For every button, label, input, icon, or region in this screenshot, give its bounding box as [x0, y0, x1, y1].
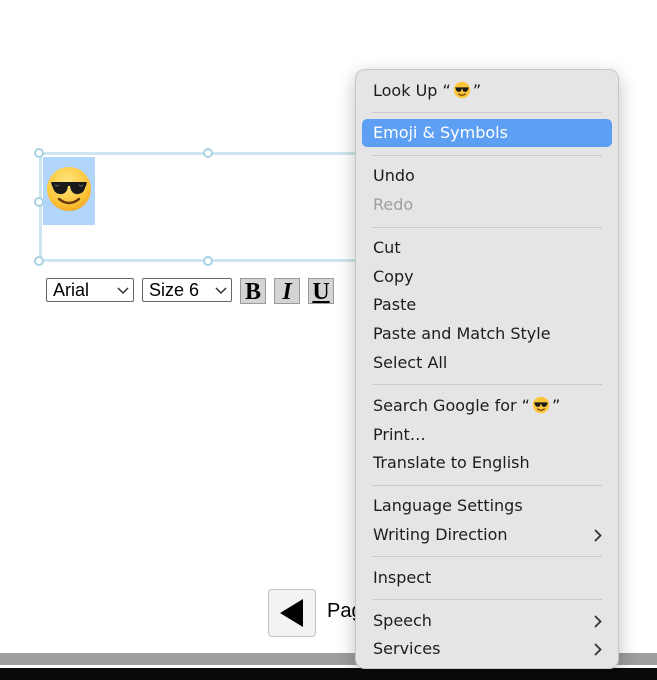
search-google-suffix: ”	[551, 396, 561, 415]
font-size-value: Size 6	[149, 280, 200, 300]
menu-separator	[372, 384, 602, 385]
chevron-right-icon	[594, 643, 602, 656]
page-canvas: Arial Size 6 B I U Pag Look Up “” Emoji …	[0, 0, 657, 680]
italic-button[interactable]: I	[274, 278, 300, 305]
font-family-value: Arial	[53, 280, 90, 300]
menu-item-undo[interactable]: Undo	[362, 162, 612, 190]
font-size-select[interactable]: Size 6	[142, 278, 232, 302]
menu-separator	[372, 556, 602, 557]
resize-handle-bottom-left[interactable]	[34, 256, 44, 266]
look-up-suffix: ”	[472, 81, 482, 100]
menu-item-paste-match-style[interactable]: Paste and Match Style	[362, 320, 612, 348]
chevron-down-icon	[117, 287, 129, 295]
font-family-select[interactable]: Arial	[46, 278, 134, 302]
menu-separator	[372, 485, 602, 486]
left-arrow-icon	[280, 599, 303, 627]
menu-item-select-all[interactable]: Select All	[362, 349, 612, 377]
menu-item-copy[interactable]: Copy	[362, 263, 612, 291]
menu-item-inspect[interactable]: Inspect	[362, 564, 612, 592]
menu-separator	[372, 599, 602, 600]
menu-item-print[interactable]: Print…	[362, 421, 612, 449]
chevron-right-icon	[594, 529, 602, 542]
menu-item-cut[interactable]: Cut	[362, 234, 612, 262]
services-label: Services	[373, 639, 441, 658]
previous-page-button[interactable]	[268, 589, 316, 637]
menu-item-translate[interactable]: Translate to English	[362, 449, 612, 477]
resize-handle-top-middle[interactable]	[203, 148, 213, 158]
menu-item-writing-direction[interactable]: Writing Direction	[362, 521, 612, 549]
menu-item-paste[interactable]: Paste	[362, 291, 612, 319]
underline-button[interactable]: U	[308, 278, 334, 305]
menu-separator	[372, 112, 602, 113]
menu-item-language-settings[interactable]: Language Settings	[362, 492, 612, 520]
menu-item-emoji-symbols[interactable]: Emoji & Symbols	[362, 119, 612, 147]
menu-separator	[372, 227, 602, 228]
context-menu: Look Up “ ” Emoji & Symbols Undo Redo Cut…	[355, 69, 619, 669]
sunglasses-emoji-icon	[532, 396, 550, 414]
menu-item-speech[interactable]: Speech	[362, 607, 612, 635]
chevron-right-icon	[594, 615, 602, 628]
chevron-down-icon	[215, 287, 227, 295]
sunglasses-emoji-icon	[453, 81, 471, 99]
speech-label: Speech	[373, 611, 432, 630]
sunglasses-emoji-icon[interactable]	[45, 165, 93, 213]
look-up-prefix: Look Up “	[373, 81, 451, 100]
resize-handle-bottom-middle[interactable]	[203, 256, 213, 266]
menu-item-redo: Redo	[373, 195, 414, 214]
menu-item-services[interactable]: Services	[362, 635, 612, 663]
dock-edge	[0, 668, 657, 680]
menu-separator	[372, 155, 602, 156]
menu-item-search-google[interactable]: Search Google for “ ”	[362, 392, 612, 420]
search-google-prefix: Search Google for “	[373, 396, 530, 415]
menu-item-look-up[interactable]: Look Up “ ”	[362, 77, 612, 105]
writing-direction-label: Writing Direction	[373, 525, 508, 544]
bold-button[interactable]: B	[240, 278, 266, 305]
